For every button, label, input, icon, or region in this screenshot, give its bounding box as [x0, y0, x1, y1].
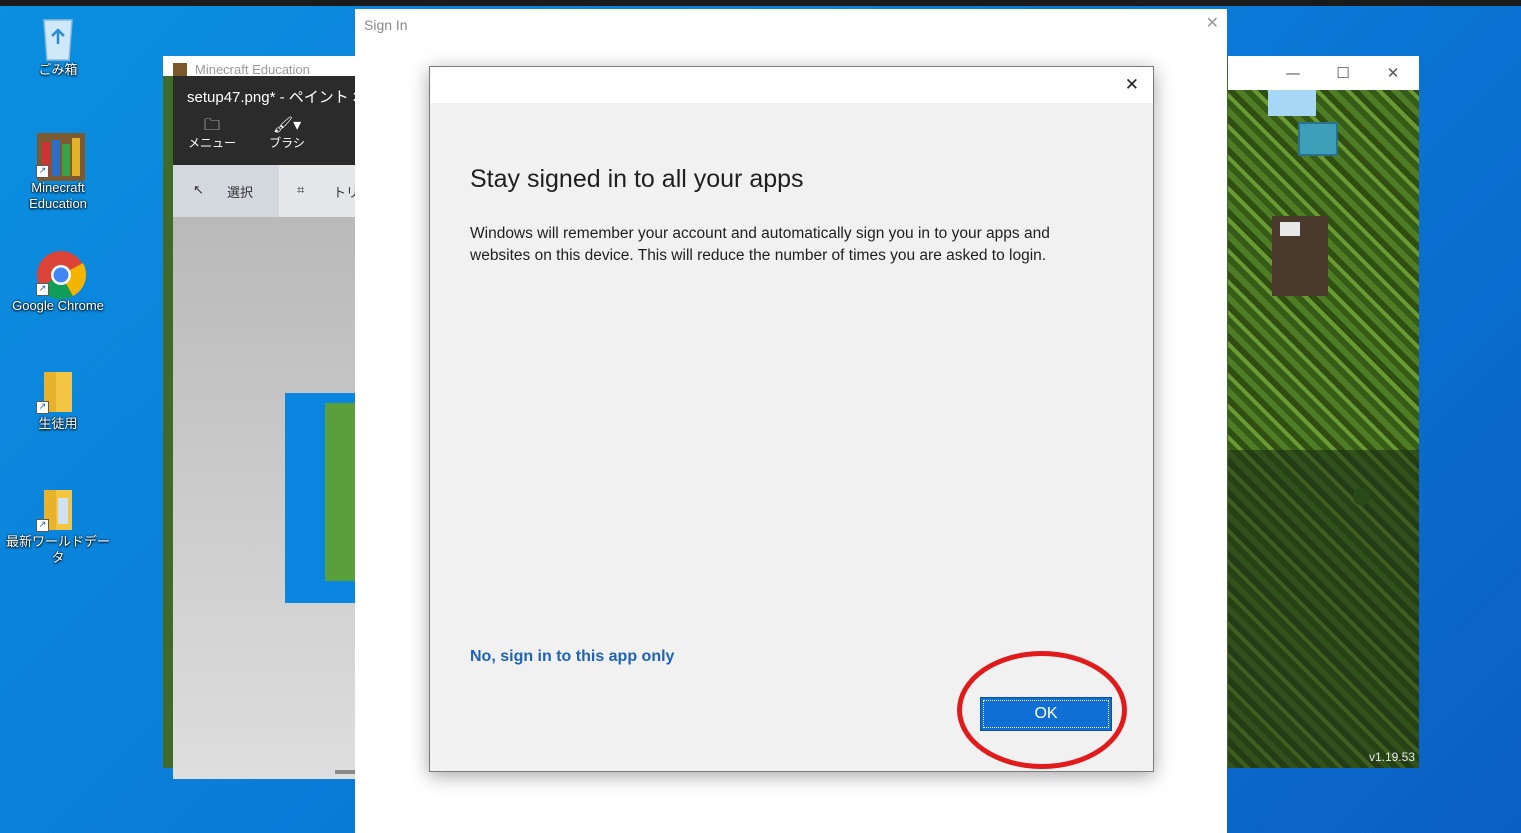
google-chrome-icon: ↗: [36, 250, 87, 300]
desktop-icon-label: 生徒用: [38, 416, 78, 431]
maximize-button[interactable]: ☐: [1328, 63, 1358, 83]
signin-title: Sign In: [364, 17, 408, 33]
brush-label: ブラシ: [269, 136, 305, 150]
select-icon: ↖: [193, 182, 204, 197]
sign-in-this-app-only-link[interactable]: No, sign in to this app only: [470, 648, 674, 666]
folder-icon: 🗀: [203, 115, 220, 134]
signin-close-button[interactable]: ✕: [1206, 13, 1219, 32]
minecraft-logo-icon: [173, 63, 187, 77]
game-version: v1.19.53: [1368, 750, 1415, 764]
desktop-icon-label: Minecraft Education: [29, 180, 87, 211]
dialog-close-button[interactable]: ✕: [1125, 75, 1139, 95]
dialog-titlebar: ✕: [430, 67, 1153, 103]
shortcut-arrow-icon: ↗: [36, 283, 49, 296]
game-block: [1298, 122, 1338, 156]
dialog-heading: Stay signed in to all your apps: [470, 165, 804, 193]
desktop-icon-world-data-folder[interactable]: ↗ 最新ワールドデータ: [6, 486, 110, 566]
desktop-icon-minecraft-education[interactable]: ↗ Minecraft Education: [6, 132, 110, 212]
crop-icon: ⌗: [297, 182, 305, 197]
close-button[interactable]: ✕: [1378, 63, 1408, 83]
desktop-icon-student-folder[interactable]: ↗ 生徒用: [6, 368, 110, 432]
shortcut-arrow-icon: ↗: [36, 165, 49, 178]
minecraft-game-view[interactable]: v1.19.53: [1228, 90, 1419, 768]
game-shadow: [1228, 450, 1419, 768]
menu-label: メニュー: [187, 136, 236, 150]
shortcut-arrow-icon: ↗: [36, 401, 49, 414]
dialog-body: Windows will remember your account and a…: [470, 223, 1110, 267]
dialog-body-line: Windows will remember your account and a…: [470, 225, 1050, 242]
recycle-bin-icon: [36, 14, 80, 61]
paint3d-title: setup47.png* - ペイント 3D: [187, 89, 373, 106]
select-tool-highlight: [173, 165, 279, 217]
top-border: [0, 0, 1521, 6]
game-cow: [1272, 216, 1328, 296]
select-tool[interactable]: 選択: [227, 182, 253, 201]
desktop-icon-label: 最新ワールドデータ: [6, 534, 111, 565]
folder-icon: ↗: [36, 368, 80, 414]
desktop-icon-label: Google Chrome: [12, 298, 104, 313]
minecraft-window-controls: — ☐ ✕: [1228, 56, 1419, 90]
dialog-body-line: websites on this device. This will reduc…: [470, 247, 1047, 264]
shortcut-arrow-icon: ↗: [36, 519, 49, 532]
game-sky: [1268, 90, 1316, 116]
desktop-icon-google-chrome[interactable]: ↗ Google Chrome: [6, 250, 110, 314]
folder-icon: ↗: [36, 486, 80, 532]
minecraft-education-icon: ↗: [36, 132, 85, 181]
desktop-icon-recycle-bin[interactable]: ごみ箱: [6, 14, 110, 78]
brush-button[interactable]: 🖌▾ ブラシ: [262, 116, 312, 151]
desktop-icon-label: ごみ箱: [38, 62, 78, 77]
minimize-button[interactable]: —: [1278, 63, 1308, 83]
minecraft-window-title: Minecraft Education: [195, 62, 310, 77]
brush-icon: 🖌▾: [272, 115, 302, 134]
annotation-circle: [957, 651, 1127, 769]
menu-button[interactable]: 🗀 メニュー: [187, 116, 237, 151]
minecraft-titlebar[interactable]: Minecraft Education: [163, 56, 363, 77]
